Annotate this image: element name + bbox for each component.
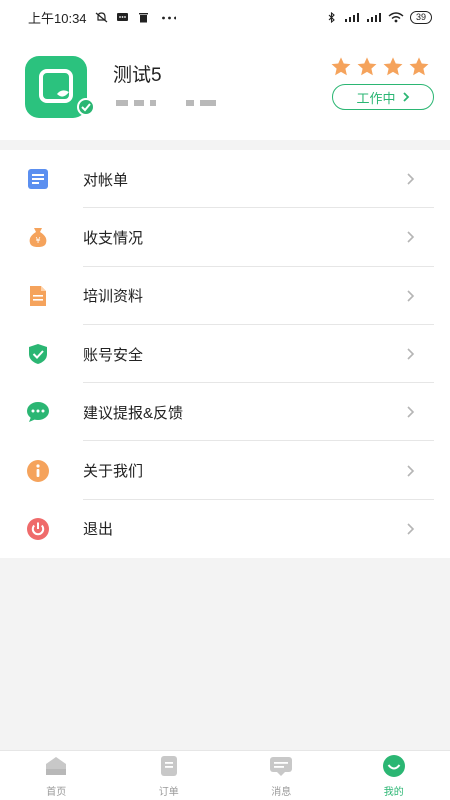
tab-label: 订单 [158,786,179,798]
menu-item-label: 退出 [83,521,114,539]
tab-mine[interactable]: 我的 [338,751,450,800]
menu-item-label: 建议提报&反馈 [83,404,184,422]
svg-text:¥: ¥ [35,236,40,245]
tab-label: 首页 [46,786,67,798]
rating-stars [330,56,430,78]
bluetooth-icon [328,11,335,23]
signal-icon [344,12,359,22]
home-icon [43,754,69,781]
menu-item-logout[interactable]: 退出 [0,500,450,558]
star-icon [383,57,403,76]
chevron-right-icon [407,231,415,244]
star-icon [357,57,377,76]
status-bar: 上午10:34 39 [0,0,450,34]
star-icon [409,57,429,76]
wifi-icon [388,11,404,22]
trash-notification-icon [138,12,148,22]
menu-item-label: 账号安全 [83,346,144,364]
battery-level: 39 [409,10,432,24]
menu-item-security[interactable]: 账号安全 [0,325,450,384]
menu-item-income[interactable]: ¥ 收支情况 [0,208,450,267]
star-icon [331,57,351,76]
tab-home[interactable]: 首页 [0,751,113,800]
user-name: 测试5 [113,65,162,86]
orders-icon [156,754,182,781]
mute-bell-icon [95,11,107,22]
menu-item-label: 培训资料 [83,288,144,306]
work-status-label: 工作中 [356,90,396,106]
status-time: 上午10:34 [28,10,87,26]
tab-bar: 首页 订单 消息 我的 [0,750,450,800]
signal-icon [366,12,381,22]
menu-item-feedback[interactable]: 建议提报&反馈 [0,383,450,442]
chat-notification-icon [116,12,128,21]
work-status-button[interactable]: 工作中 [332,84,434,110]
chevron-right-icon [407,465,415,477]
chevron-right-icon [407,290,415,302]
tab-orders[interactable]: 订单 [113,751,226,800]
chevron-right-icon [407,523,415,535]
menu-item-about[interactable]: 关于我们 [0,441,450,500]
chevron-right-icon [407,348,415,360]
profile-header: 测试5 工作中 [0,34,450,140]
menu-item-label: 关于我们 [83,463,144,481]
menu-item-label: 对帐单 [83,171,129,189]
verified-badge-icon [77,98,95,116]
smile-icon [381,754,407,781]
masked-phone [116,100,216,106]
tab-label: 我的 [383,786,404,798]
more-icon [161,16,176,19]
tab-label: 消息 [271,786,292,798]
chevron-right-icon [407,173,415,185]
menu-item-label: 收支情况 [83,229,144,247]
tab-messages[interactable]: 消息 [225,751,338,800]
menu-item-training[interactable]: 培训资料 [0,267,450,325]
message-icon [268,754,294,781]
settings-menu: 对帐单 ¥ 收支情况培训资料账号安全建议提报&反馈 关于我们退出 [0,150,450,559]
menu-item-statement[interactable]: 对帐单 [0,150,450,209]
chevron-right-icon [407,406,415,418]
chevron-right-icon [402,92,409,102]
